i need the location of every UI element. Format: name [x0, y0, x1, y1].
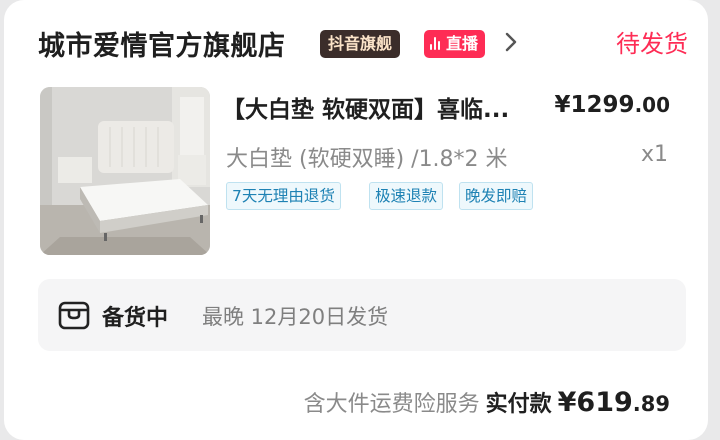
paid-amount: ¥619.89	[558, 387, 670, 418]
order-status: 待发货	[616, 30, 688, 58]
product-image[interactable]	[40, 87, 210, 255]
product-title[interactable]: 【大白垫 软硬双面】喜临...	[222, 90, 532, 124]
paid-label: 实付款	[485, 392, 552, 417]
live-badge[interactable]: 直播	[424, 30, 486, 58]
mattress-bedroom-image	[40, 87, 210, 255]
order-card[interactable]: 城市爱情官方旗舰店 抖音旗舰 直播 待发货 【大白垫 软硬双面】喜临... ¥1…	[4, 0, 708, 440]
paid-decimal: .89	[632, 392, 670, 416]
payment-summary: 含大件运费险服务 实付款 ¥619.89	[304, 386, 670, 418]
live-badge-label: 直播	[446, 34, 479, 53]
paid-integer: ¥619	[557, 387, 633, 418]
tag-late-ship-compensation: 晚发即赔	[459, 182, 534, 210]
store-header[interactable]: 城市爱情官方旗舰店 抖音旗舰 直播 待发货	[38, 22, 688, 66]
product-quantity: x1	[640, 142, 668, 167]
chevron-right-icon[interactable]	[500, 28, 524, 56]
shipping-state: 备货中	[102, 306, 169, 331]
tag-fast-refund: 极速退款	[369, 182, 444, 210]
product-spec: 大白垫 (软硬双睡) /1.8*2 米	[226, 147, 508, 172]
price-integer: ¥1299	[554, 92, 635, 118]
price-decimal: .00	[634, 93, 670, 117]
flagship-badge: 抖音旗舰	[320, 30, 401, 58]
shipping-status-box[interactable]: 备货中 最晚 12月20日发货	[38, 279, 686, 351]
freight-insurance-service: 含大件运费险服务	[303, 392, 480, 417]
package-icon	[58, 301, 90, 330]
shipping-eta: 最晚 12月20日发货	[202, 305, 389, 329]
tag-return-7days: 7天无理由退货	[226, 182, 341, 210]
store-name[interactable]: 城市爱情官方旗舰店	[38, 24, 286, 63]
live-bars-icon	[430, 36, 442, 50]
product-price: ¥1299.00	[555, 92, 670, 118]
